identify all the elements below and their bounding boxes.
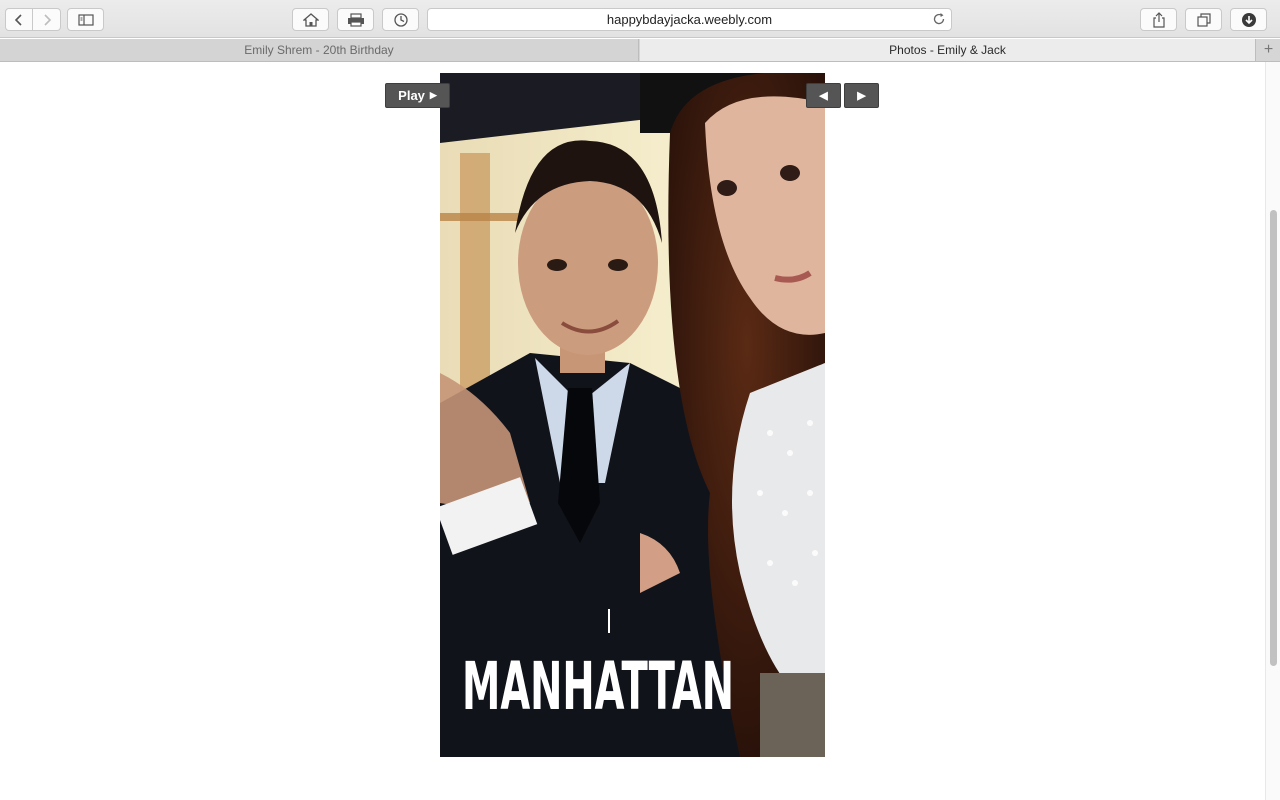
tab-label: Photos - Emily & Jack	[889, 43, 1006, 57]
print-button[interactable]	[337, 8, 374, 31]
back-icon	[14, 13, 22, 26]
slideshow-photo[interactable]: MANHATTAN	[440, 73, 825, 757]
chevron-right-icon: ▶	[857, 90, 866, 102]
tab-photos-emily-jack[interactable]: Photos - Emily & Jack	[640, 39, 1256, 61]
downloads-icon	[1241, 12, 1256, 27]
share-icon	[1152, 11, 1165, 28]
home-icon	[302, 12, 319, 27]
history-icon	[393, 12, 408, 27]
tab-emily-shrem-birthday[interactable]: Emily Shrem - 20th Birthday	[0, 39, 639, 61]
reload-icon	[933, 13, 945, 25]
tabs-overview-icon	[1196, 12, 1211, 27]
play-button[interactable]: Play ▶	[385, 83, 450, 108]
reload-button[interactable]	[932, 12, 946, 29]
page-content: MANHATTAN Play ▶ ◀ ▶	[0, 62, 1265, 800]
play-arrow-icon: ▶	[429, 90, 437, 100]
forward-icon	[43, 13, 51, 26]
print-icon	[347, 12, 364, 27]
photo-image: MANHATTAN	[440, 73, 825, 757]
sidebar-icon	[77, 13, 94, 26]
home-button[interactable]	[292, 8, 329, 31]
history-button[interactable]	[382, 8, 419, 31]
new-tab-button[interactable]: +	[1257, 39, 1280, 61]
share-button[interactable]	[1140, 8, 1177, 31]
next-photo-button[interactable]: ▶	[844, 83, 879, 108]
browser-toolbar: happybdayjacka.weebly.com	[0, 0, 1280, 38]
back-button[interactable]	[5, 8, 33, 31]
vertical-scrollbar[interactable]	[1265, 62, 1280, 800]
scrollbar-thumb[interactable]	[1270, 210, 1277, 666]
tabs-overview-button[interactable]	[1185, 8, 1222, 31]
tab-bar: Emily Shrem - 20th Birthday Photos - Emi…	[0, 39, 1280, 62]
previous-photo-button[interactable]: ◀	[806, 83, 841, 108]
play-label: Play	[398, 88, 425, 103]
sidebar-button[interactable]	[67, 8, 104, 31]
manhattan-overlay-text: MANHATTAN	[462, 648, 734, 725]
downloads-button[interactable]	[1230, 8, 1267, 31]
plus-icon: +	[1263, 41, 1274, 58]
forward-button[interactable]	[33, 8, 61, 31]
address-bar[interactable]: happybdayjacka.weebly.com	[427, 8, 952, 31]
chevron-left-icon: ◀	[819, 90, 828, 102]
tab-label: Emily Shrem - 20th Birthday	[244, 43, 394, 57]
url-text: happybdayjacka.weebly.com	[606, 12, 773, 27]
